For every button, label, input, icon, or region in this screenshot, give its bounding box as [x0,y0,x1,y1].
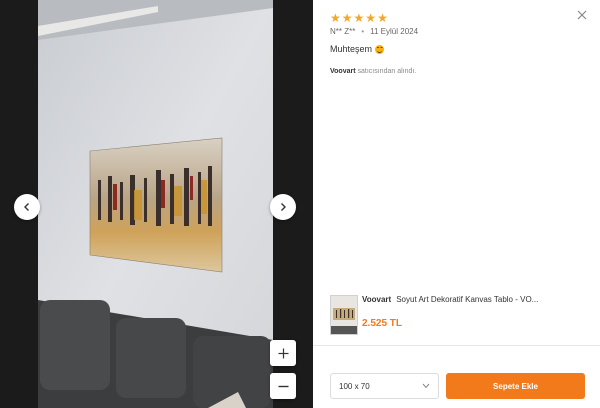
add-to-cart-button[interactable]: Sepete Ekle [446,373,585,399]
product-name[interactable]: Voovart Soyut Art Dekoratif Kanvas Tablo … [362,295,587,304]
review-comment: Muhteşem [330,44,385,54]
review-comment-text: Muhteşem [330,44,373,54]
star-rating: ★ ★ ★ ★ ★ [330,12,388,24]
smiling-face-icon [375,44,385,54]
divider [313,345,600,346]
review-detail-panel: ★ ★ ★ ★ ★ N** Z** • 11 Eylül 2024 Muhteş… [313,0,600,408]
seller-name: Voovart [330,68,356,75]
close-icon[interactable] [576,9,588,21]
review-date: 11 Eylül 2024 [370,27,419,36]
chevron-right-icon [281,203,286,211]
review-author: N** Z** [330,27,356,36]
review-meta: N** Z** • 11 Eylül 2024 [330,27,418,36]
chevron-down-icon [422,383,430,389]
zoom-out-button[interactable] [270,373,296,399]
product-brand: Voovart [362,295,392,304]
previous-image-button[interactable] [14,194,40,220]
star-icon: ★ [377,11,388,25]
size-select-value: 100 x 70 [339,381,370,391]
next-image-button[interactable] [270,194,296,220]
zoom-in-button[interactable] [270,340,296,366]
plus-icon [278,348,288,358]
star-icon: ★ [341,11,353,25]
seller-suffix: satıcısından alındı. [357,68,417,75]
image-viewer [0,0,313,408]
product-card[interactable]: Voovart Soyut Art Dekoratif Kanvas Tablo … [330,294,592,336]
seller-info: Voovart satıcısından alındı. [330,68,416,75]
separator-dot: • [361,27,365,36]
product-thumbnail[interactable] [330,295,358,335]
star-icon: ★ [330,11,341,25]
star-icon: ★ [365,11,377,25]
minus-icon [278,385,288,387]
chevron-left-icon [24,203,29,211]
product-title: Soyut Art Dekoratif Kanvas Tablo - VO... [396,295,539,304]
product-price: 2.525 TL [362,318,403,329]
review-photo [38,0,273,408]
star-icon: ★ [353,11,365,25]
size-select[interactable]: 100 x 70 [330,373,439,399]
